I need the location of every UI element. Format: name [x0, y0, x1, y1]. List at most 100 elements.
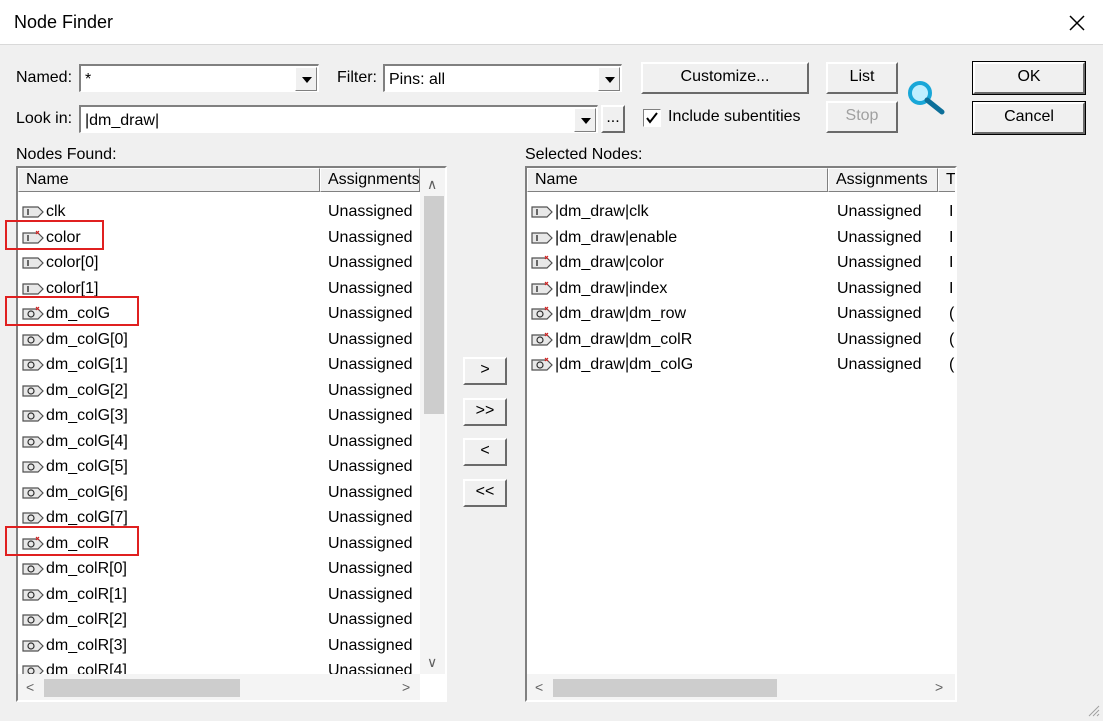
- node-assignment: Unassigned: [837, 279, 922, 297]
- node-name: dm_colR[2]: [46, 611, 127, 628]
- column-header-assignments[interactable]: Assignments: [320, 168, 420, 192]
- input-pin-icon: [22, 282, 44, 295]
- resize-grip-icon[interactable]: [1086, 703, 1100, 717]
- ok-button[interactable]: OK: [972, 61, 1086, 95]
- table-row[interactable]: color[0] Unassigned: [18, 250, 445, 275]
- table-row[interactable]: dm_colG[3] Unassigned: [18, 403, 445, 428]
- filter-value[interactable]: Pins: all: [389, 71, 445, 89]
- node-type: I: [949, 279, 954, 297]
- table-row[interactable]: dm_colG[0] Unassigned: [18, 327, 445, 352]
- nodes-found-hscrollbar[interactable]: < >: [18, 674, 420, 700]
- hscroll-thumb[interactable]: [44, 679, 240, 697]
- node-type: I: [949, 228, 954, 246]
- table-row[interactable]: dm_colG[6] Unassigned: [18, 480, 445, 505]
- node-name: color[0]: [46, 254, 99, 271]
- hscroll-thumb[interactable]: [553, 679, 777, 697]
- add-selected-button[interactable]: >: [463, 357, 507, 385]
- table-row[interactable]: dm_colG[4] Unassigned: [18, 429, 445, 454]
- node-assignment: Unassigned: [837, 254, 922, 271]
- nodes-found-vscrollbar[interactable]: ∧ ∨: [420, 168, 445, 674]
- node-assignment: Unassigned: [328, 254, 413, 271]
- include-subentities-checkbox[interactable]: [643, 109, 661, 127]
- node-name: |dm_draw|dm_colR: [555, 330, 693, 348]
- table-row[interactable]: dm_colR[2] Unassigned: [18, 607, 445, 632]
- table-row[interactable]: dm_colR[3] Unassigned: [18, 633, 445, 658]
- table-row[interactable]: |dm_draw|index Unassigned I: [527, 276, 955, 301]
- node-name: dm_colG[2]: [46, 381, 128, 399]
- node-assignment: Unassigned: [328, 203, 413, 220]
- node-type: (: [949, 305, 955, 322]
- lookin-dropdown-button[interactable]: [574, 108, 596, 132]
- title-bar: Node Finder: [0, 0, 1103, 44]
- node-name: dm_colG[6]: [46, 483, 128, 501]
- node-assignment: Unassigned: [328, 381, 413, 399]
- output-pin-icon: [22, 486, 44, 499]
- named-value[interactable]: *: [85, 71, 91, 89]
- node-assignment: Unassigned: [328, 279, 413, 297]
- lookin-combo[interactable]: |dm_draw|: [79, 105, 598, 133]
- table-row[interactable]: dm_colG[5] Unassigned: [18, 454, 445, 479]
- input-pin-icon: [531, 206, 553, 218]
- scroll-down-icon[interactable]: ∨: [427, 654, 437, 670]
- input-pin-icon: [531, 255, 553, 269]
- node-assignment: Unassigned: [328, 330, 413, 348]
- column-header-type[interactable]: T: [938, 168, 955, 192]
- cancel-button[interactable]: Cancel: [972, 101, 1086, 135]
- table-row[interactable]: |dm_draw|enable Unassigned I: [527, 225, 955, 250]
- table-row[interactable]: |dm_draw|dm_row Unassigned (: [527, 301, 955, 326]
- node-assignment: Unassigned: [328, 483, 413, 501]
- node-name: dm_colR[1]: [46, 585, 127, 603]
- output-pin-icon: [22, 333, 44, 346]
- scroll-up-icon[interactable]: ∧: [427, 176, 437, 192]
- scroll-right-icon[interactable]: >: [935, 679, 943, 695]
- column-header-assignments[interactable]: Assignments: [828, 168, 938, 192]
- input-pin-icon: [22, 257, 44, 269]
- remove-selected-button[interactable]: <: [463, 438, 507, 466]
- close-icon[interactable]: [1064, 10, 1090, 36]
- chevron-down-icon: [605, 77, 615, 83]
- node-name: dm_colR[3]: [46, 636, 127, 654]
- selected-nodes-list[interactable]: Name Assignments T |dm_draw|clk Unassigne…: [525, 166, 957, 702]
- customize-button[interactable]: Customize...: [641, 62, 809, 94]
- table-row[interactable]: |dm_draw|dm_colG Unassigned (: [527, 352, 955, 377]
- named-dropdown-button[interactable]: [295, 67, 317, 91]
- include-subentities-label[interactable]: Include subentities: [668, 108, 801, 126]
- highlight-box: [5, 219, 104, 250]
- check-icon: [646, 112, 658, 124]
- table-row[interactable]: dm_colR[0] Unassigned: [18, 556, 445, 581]
- filter-combo[interactable]: Pins: all: [383, 64, 622, 92]
- table-row[interactable]: dm_colR[1] Unassigned: [18, 582, 445, 607]
- table-row[interactable]: |dm_draw|clk Unassigned I: [527, 199, 955, 224]
- selected-nodes-hscrollbar[interactable]: < >: [527, 674, 955, 700]
- output-pin-icon: [22, 614, 44, 626]
- column-header-name[interactable]: Name: [18, 168, 320, 192]
- scroll-left-icon[interactable]: <: [535, 679, 543, 695]
- output-pin-icon: [22, 461, 44, 473]
- highlight-box: [5, 296, 139, 326]
- named-combo[interactable]: *: [79, 64, 319, 92]
- filter-label: Filter:: [337, 69, 377, 86]
- output-pin-icon: [22, 512, 44, 524]
- table-row[interactable]: dm_colG[1] Unassigned: [18, 352, 445, 377]
- lookin-value[interactable]: |dm_draw|: [85, 112, 159, 130]
- table-row[interactable]: dm_colG[2] Unassigned: [18, 378, 445, 403]
- browse-button[interactable]: ...: [601, 105, 625, 133]
- selected-nodes-label: Selected Nodes:: [525, 146, 643, 163]
- nodes-found-label: Nodes Found:: [16, 146, 117, 163]
- stop-button[interactable]: Stop: [826, 101, 898, 133]
- node-name: dm_colG[7]: [46, 509, 128, 526]
- node-type: (: [949, 330, 955, 348]
- remove-all-button[interactable]: <<: [463, 479, 507, 507]
- scroll-left-icon[interactable]: <: [26, 679, 34, 695]
- table-row[interactable]: |dm_draw|color Unassigned I: [527, 250, 955, 275]
- vscroll-thumb[interactable]: [424, 196, 444, 414]
- filter-dropdown-button[interactable]: [598, 67, 620, 91]
- scroll-right-icon[interactable]: >: [402, 679, 410, 695]
- table-row[interactable]: |dm_draw|dm_colR Unassigned (: [527, 327, 955, 352]
- list-button[interactable]: List: [826, 62, 898, 94]
- output-pin-icon: [22, 384, 44, 397]
- column-header-name[interactable]: Name: [527, 168, 828, 192]
- node-name: dm_colG[4]: [46, 432, 128, 450]
- add-all-button[interactable]: >>: [463, 398, 507, 426]
- output-pin-icon: [22, 435, 44, 448]
